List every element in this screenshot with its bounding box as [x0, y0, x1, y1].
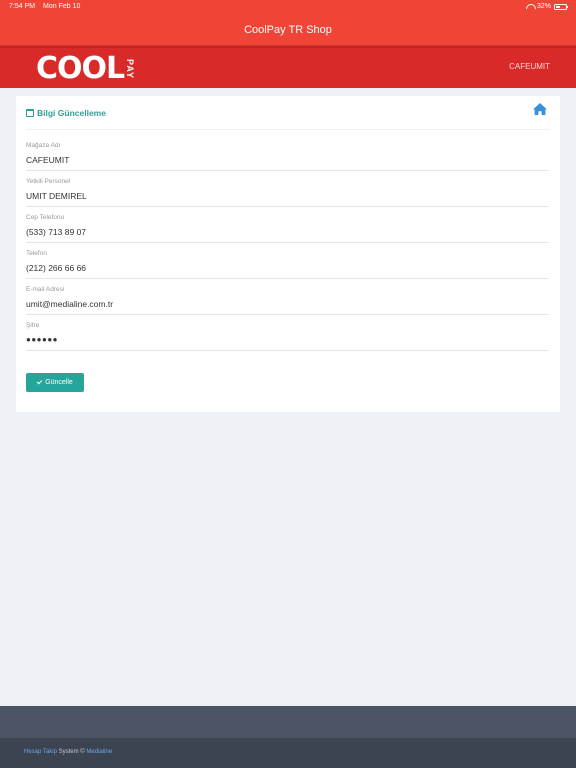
- status-time: 7:54 PM: [9, 3, 36, 10]
- authorized-person-field[interactable]: Yetkili Personel UMIT DEMIREL: [26, 178, 548, 207]
- update-button-label: Güncelle: [45, 379, 73, 386]
- footer-link-hesap-takip[interactable]: Hesap Takip: [24, 749, 57, 755]
- field-value[interactable]: CAFEUMIT: [26, 155, 548, 165]
- footer-copyright: System ©: [56, 749, 87, 755]
- user-name-link[interactable]: CAFEUMIT: [509, 62, 550, 71]
- field-label: Mağaza Adı: [26, 142, 61, 149]
- card-title-text: Bilgi Güncelleme: [37, 108, 106, 118]
- field-value[interactable]: umit@medialine.com.tr: [26, 299, 548, 309]
- nav-title: CoolPay TR Shop: [244, 24, 332, 36]
- field-value[interactable]: (212) 266 66 66: [26, 263, 548, 273]
- brand-bar: COOL PAY CAFEUMIT: [0, 46, 576, 88]
- battery-icon: [554, 3, 568, 10]
- footer-text: Hesap Takip System © Medialine: [24, 749, 112, 755]
- status-bar: 7:54 PM Mon Feb 10 32%: [0, 0, 576, 14]
- update-info-card: Bilgi Güncelleme Mağaza Adı CAFEUMIT Yet…: [16, 96, 560, 412]
- home-icon[interactable]: [532, 102, 548, 116]
- store-name-field[interactable]: Mağaza Adı CAFEUMIT: [26, 142, 548, 171]
- field-label: Şifre: [26, 322, 40, 329]
- logo-main-text: COOL: [36, 51, 125, 86]
- calendar-icon: [26, 109, 34, 117]
- field-value[interactable]: (533) 713 89 07: [26, 227, 548, 237]
- field-label: Yetkili Personel: [26, 178, 71, 185]
- field-value[interactable]: UMIT DEMIREL: [26, 191, 548, 201]
- logo-side-text: PAY: [125, 58, 136, 79]
- footer-top-band: [0, 706, 576, 738]
- card-title: Bilgi Güncelleme: [26, 108, 106, 118]
- coolpay-logo[interactable]: COOL PAY: [36, 52, 135, 86]
- nav-bar: CoolPay TR Shop: [0, 14, 576, 46]
- footer: Hesap Takip System © Medialine: [0, 738, 576, 768]
- check-icon: [36, 378, 43, 385]
- field-value[interactable]: ●●●●●●: [26, 335, 548, 344]
- footer-link-medialine[interactable]: Medialine: [86, 749, 112, 755]
- field-label: E-mail Adresi: [26, 286, 65, 293]
- field-label: Cep Telefonu: [26, 214, 65, 221]
- field-label: Telefon: [26, 250, 47, 257]
- status-date: Mon Feb 10: [43, 3, 81, 10]
- phone-field[interactable]: Telefon (212) 266 66 66: [26, 250, 548, 279]
- battery-percent: 32%: [536, 3, 551, 10]
- card-divider: [26, 129, 550, 130]
- mobile-phone-field[interactable]: Cep Telefonu (533) 713 89 07: [26, 214, 548, 243]
- email-field[interactable]: E-mail Adresi umit@medialine.com.tr: [26, 286, 548, 315]
- update-button[interactable]: Güncelle: [26, 373, 84, 392]
- password-field[interactable]: Şifre ●●●●●●: [26, 322, 548, 351]
- wifi-icon: [526, 4, 534, 10]
